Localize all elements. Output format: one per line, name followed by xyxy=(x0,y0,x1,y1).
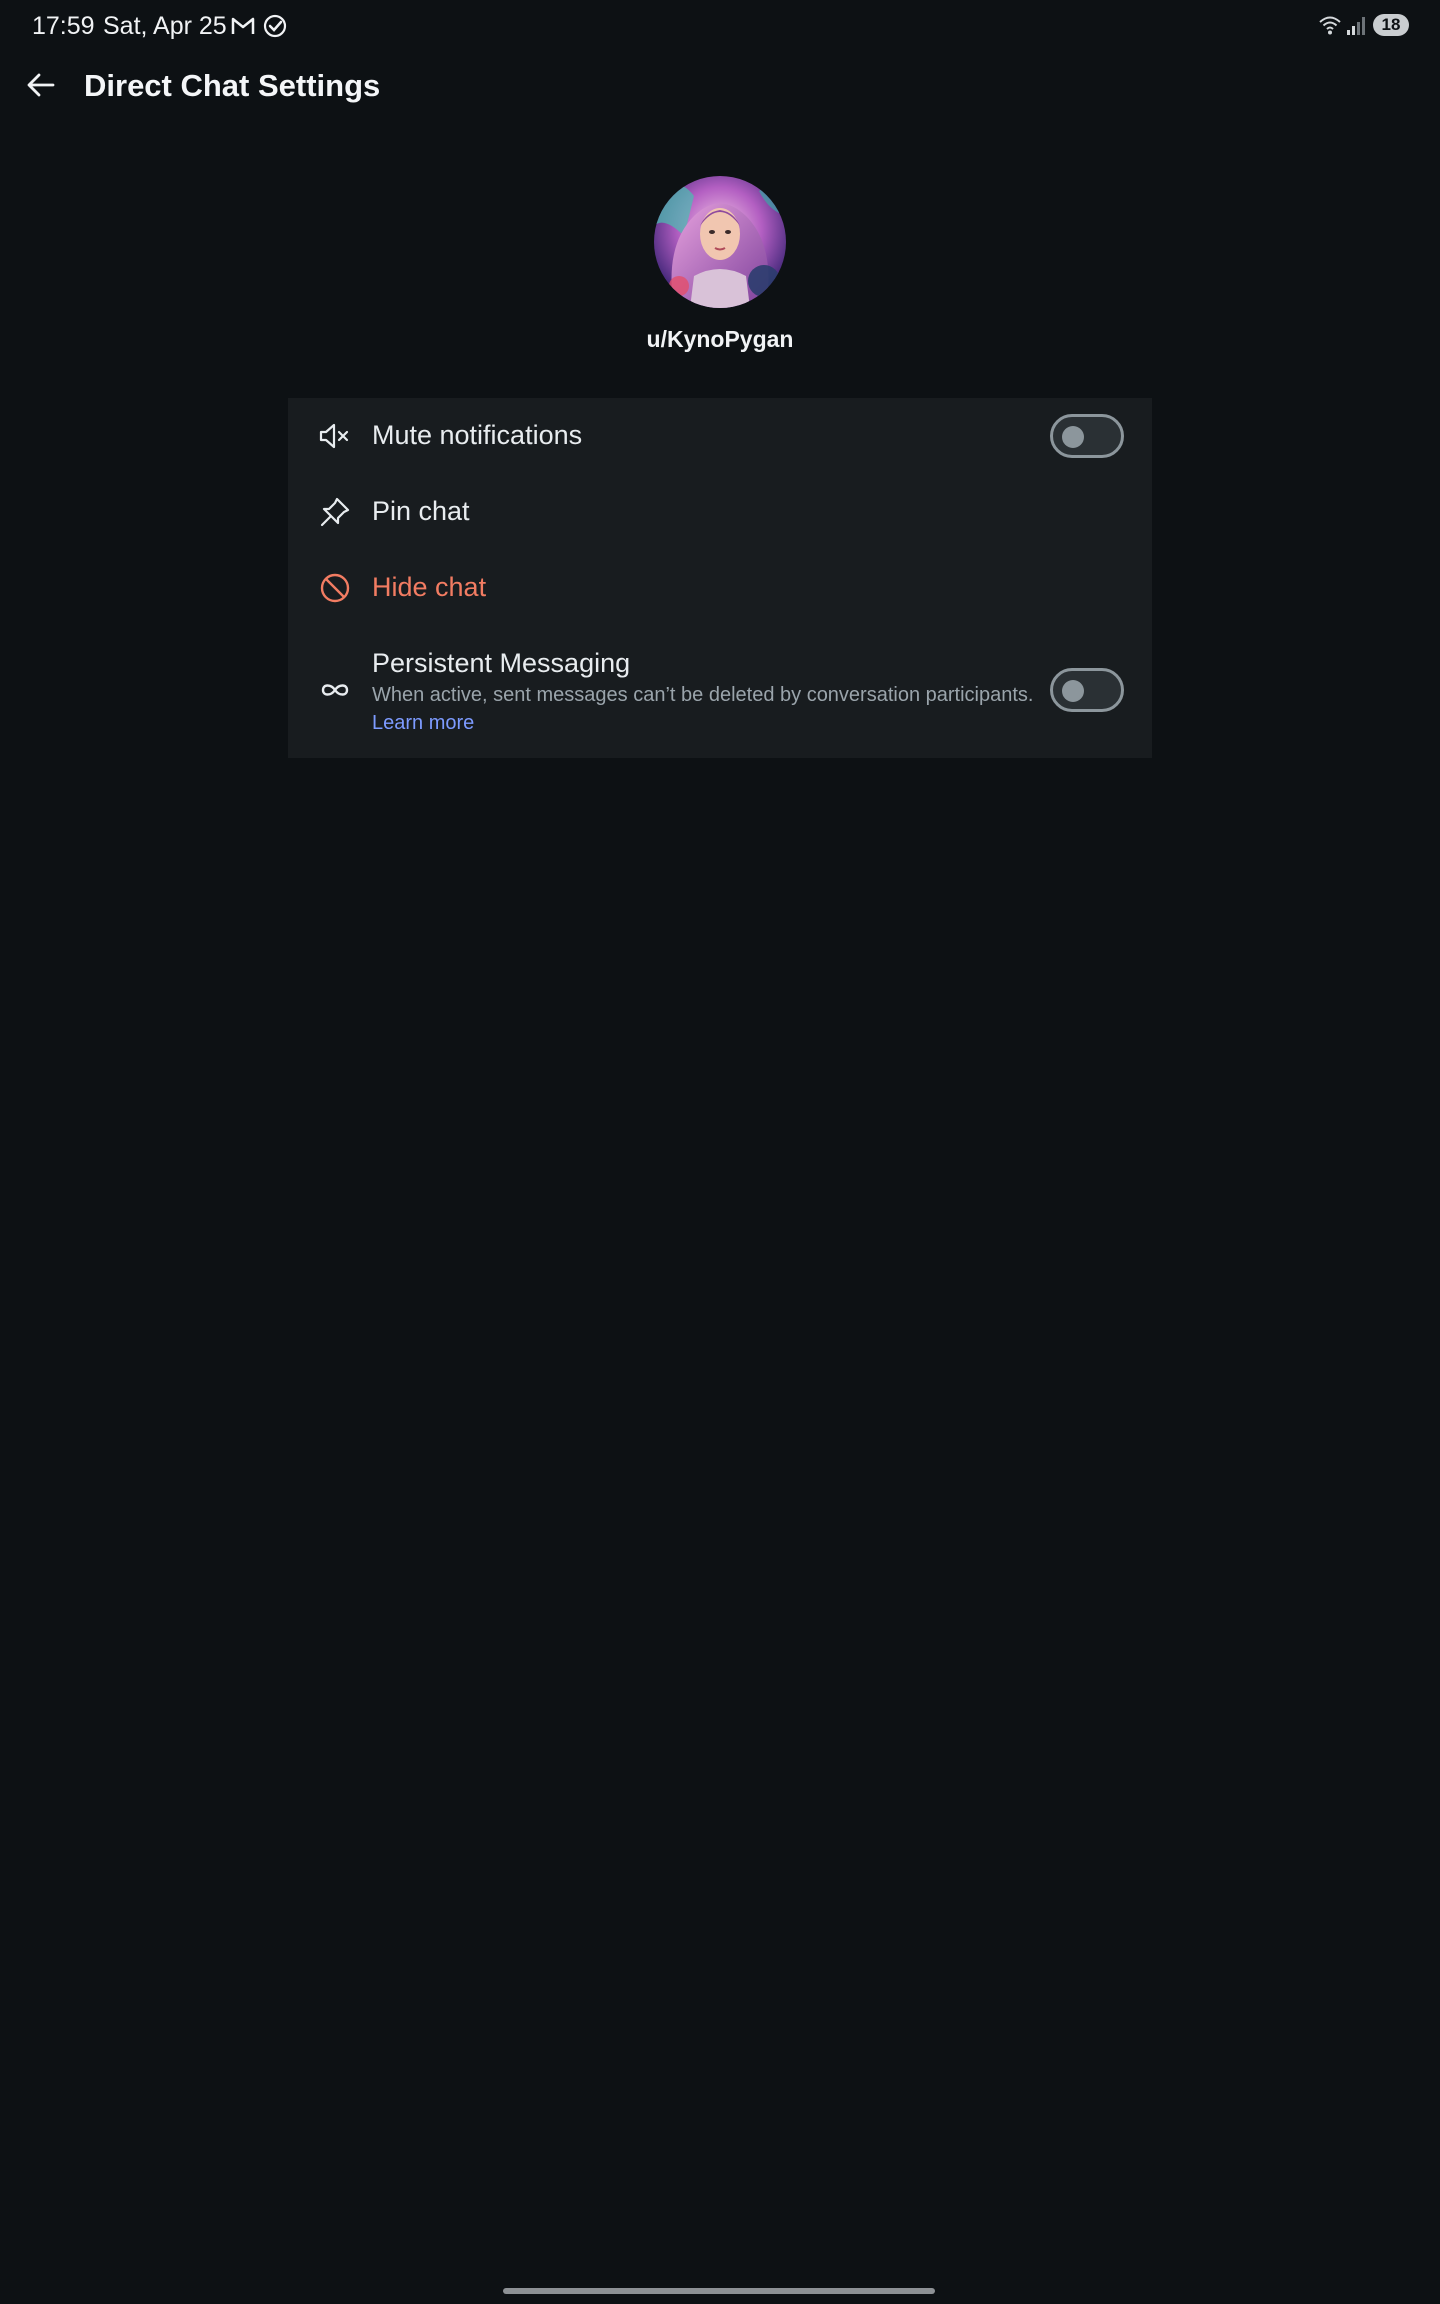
battery-indicator: 18 xyxy=(1373,14,1409,36)
username: u/KynoPygan xyxy=(646,326,794,352)
avatar[interactable] xyxy=(654,176,786,308)
learn-more-link[interactable]: Learn more xyxy=(372,712,474,735)
persistent-messaging-description: When active, sent messages can’t be dele… xyxy=(372,684,1034,706)
back-button[interactable] xyxy=(16,62,66,112)
settings-card: Mute notifications Pin chat Hide chat Pe… xyxy=(288,398,1152,758)
status-time: 17:59 xyxy=(32,12,95,40)
header: Direct Chat Settings xyxy=(0,52,1440,122)
hide-chat-row[interactable]: Hide chat xyxy=(288,550,1152,626)
signal-icon xyxy=(1346,13,1368,42)
block-icon xyxy=(318,571,352,605)
infinity-icon xyxy=(318,673,352,707)
check-circle-icon xyxy=(262,13,288,44)
mute-toggle[interactable] xyxy=(1050,414,1124,458)
toggle-knob xyxy=(1062,426,1084,448)
persistent-messaging-row[interactable]: Persistent Messaging When active, sent m… xyxy=(288,626,1152,758)
pin-chat-row[interactable]: Pin chat xyxy=(288,474,1152,550)
persistent-messaging-toggle[interactable] xyxy=(1050,668,1124,712)
mute-icon xyxy=(318,419,352,453)
profile-section: u/KynoPygan xyxy=(0,176,1440,353)
page-title: Direct Chat Settings xyxy=(84,68,381,103)
mute-notifications-row[interactable]: Mute notifications xyxy=(288,398,1152,474)
hide-chat-label: Hide chat xyxy=(372,572,487,602)
pin-icon xyxy=(318,495,352,529)
status-bar: 17:59 Sat, Apr 25 18 xyxy=(0,0,1440,52)
persistent-messaging-label: Persistent Messaging xyxy=(372,648,631,678)
toggle-knob xyxy=(1062,680,1084,702)
gmail-icon xyxy=(230,13,256,44)
arrow-left-icon xyxy=(25,69,57,106)
status-date: Sat, Apr 25 xyxy=(103,12,227,40)
wifi-icon xyxy=(1318,13,1342,42)
pin-chat-label: Pin chat xyxy=(372,496,470,526)
home-indicator[interactable] xyxy=(503,2288,935,2294)
mute-notifications-label: Mute notifications xyxy=(372,420,583,450)
